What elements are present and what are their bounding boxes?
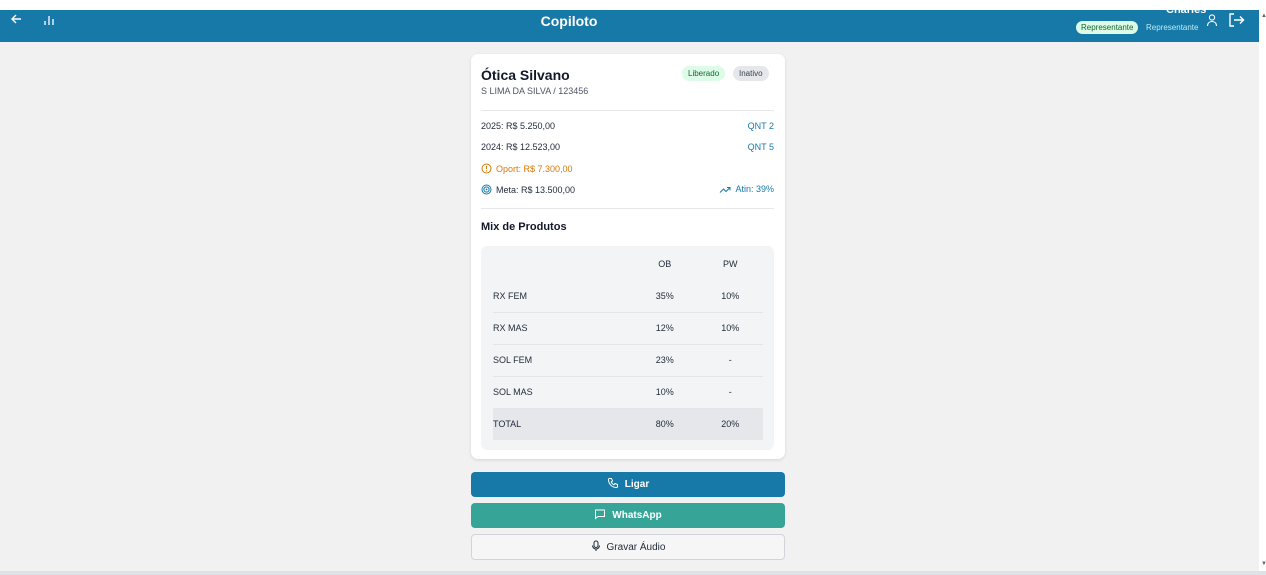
cell-ob: 12% [632, 312, 698, 345]
user-name: Charles [1166, 4, 1207, 16]
row-label: SOL FEM [493, 344, 633, 377]
call-button[interactable]: Ligar [471, 472, 785, 497]
table-header-row: OB PW [493, 248, 763, 280]
client-card: Ótica Silvano S LIMA DA SILVA / 123456 L… [471, 54, 785, 459]
whatsapp-button[interactable]: WhatsApp [471, 503, 785, 528]
sales-2025: 2025: R$ 5.250,00 [481, 121, 556, 131]
table-row: SOL FEM 23% - [493, 344, 763, 377]
microphone-icon [591, 540, 600, 551]
attainment-row: Atin: 39% [719, 184, 774, 194]
column-header-ob: OB [658, 259, 672, 269]
bottom-border [0, 571, 1266, 575]
scroll-down-icon[interactable]: ▼ [1261, 561, 1266, 567]
message-square-icon [595, 509, 606, 520]
app-header: Copiloto Charles Representante Represent… [0, 4, 1259, 42]
role-badge: Representante [1076, 21, 1139, 34]
page-title: Copiloto [540, 13, 598, 29]
record-audio-button[interactable]: Gravar Áudio [471, 534, 785, 560]
divider [481, 208, 774, 209]
opportunity-value: Oport: R$ 7.300,00 [496, 164, 573, 174]
record-audio-label: Gravar Áudio [606, 542, 666, 553]
table-total-row: TOTAL 80% 20% [493, 408, 763, 440]
sales-2024: 2024: R$ 12.523,00 [481, 142, 561, 152]
row-label: RX FEM [493, 280, 633, 313]
client-name: Ótica Silvano [481, 67, 570, 83]
cell-ob: 10% [632, 376, 698, 409]
cell-pw: - [697, 376, 763, 409]
user-icon[interactable] [1206, 13, 1218, 27]
cell-pw: 10% [697, 312, 763, 345]
divider [481, 110, 774, 111]
status-badge-liberado: Liberado [682, 66, 726, 81]
mix-table: OB PW RX FEM 35% 10% RX MAS 12% 10% SOL … [493, 248, 763, 440]
whatsapp-label: WhatsApp [612, 510, 662, 521]
window-top-strip [0, 0, 1266, 10]
phone-icon [607, 478, 618, 489]
cell-pw: 10% [697, 280, 763, 313]
row-label: RX MAS [493, 312, 633, 345]
mix-title: Mix de Produtos [481, 221, 567, 233]
attainment-value: Atin: 39% [735, 184, 774, 194]
opportunity-row: Oport: R$ 7.300,00 [481, 163, 573, 174]
trending-up-icon [720, 187, 731, 193]
column-header-pw: PW [723, 259, 738, 269]
column-header [493, 248, 632, 280]
qnt-2025: QNT 2 [747, 121, 774, 131]
call-label: Ligar [624, 479, 650, 490]
scrollbar[interactable] [1259, 10, 1266, 571]
meta-row: Meta: R$ 13.500,00 [481, 184, 575, 195]
role-text: Representante [1146, 23, 1199, 32]
row-label: SOL MAS [493, 376, 633, 409]
cell-pw: - [697, 344, 763, 377]
status-badge-inativo: Inativo [733, 66, 769, 81]
cell-ob: 80% [632, 408, 698, 440]
table-row: SOL MAS 10% - [493, 376, 763, 409]
mix-table-container: OB PW RX FEM 35% 10% RX MAS 12% 10% SOL … [481, 246, 774, 450]
meta-value: Meta: R$ 13.500,00 [496, 185, 576, 195]
cell-pw: 20% [697, 408, 763, 440]
qnt-2024: QNT 5 [747, 142, 774, 152]
table-row: RX FEM 35% 10% [493, 280, 763, 313]
row-label: TOTAL [493, 408, 633, 440]
scroll-up-icon[interactable]: ▲ [1261, 13, 1266, 19]
cell-ob: 23% [632, 344, 698, 377]
logout-icon[interactable] [1228, 12, 1245, 28]
target-icon [481, 184, 492, 195]
cell-ob: 35% [632, 280, 698, 313]
table-row: RX MAS 12% 10% [493, 312, 763, 345]
client-subtitle: S LIMA DA SILVA / 123456 [481, 86, 589, 96]
alert-circle-icon [481, 163, 492, 174]
